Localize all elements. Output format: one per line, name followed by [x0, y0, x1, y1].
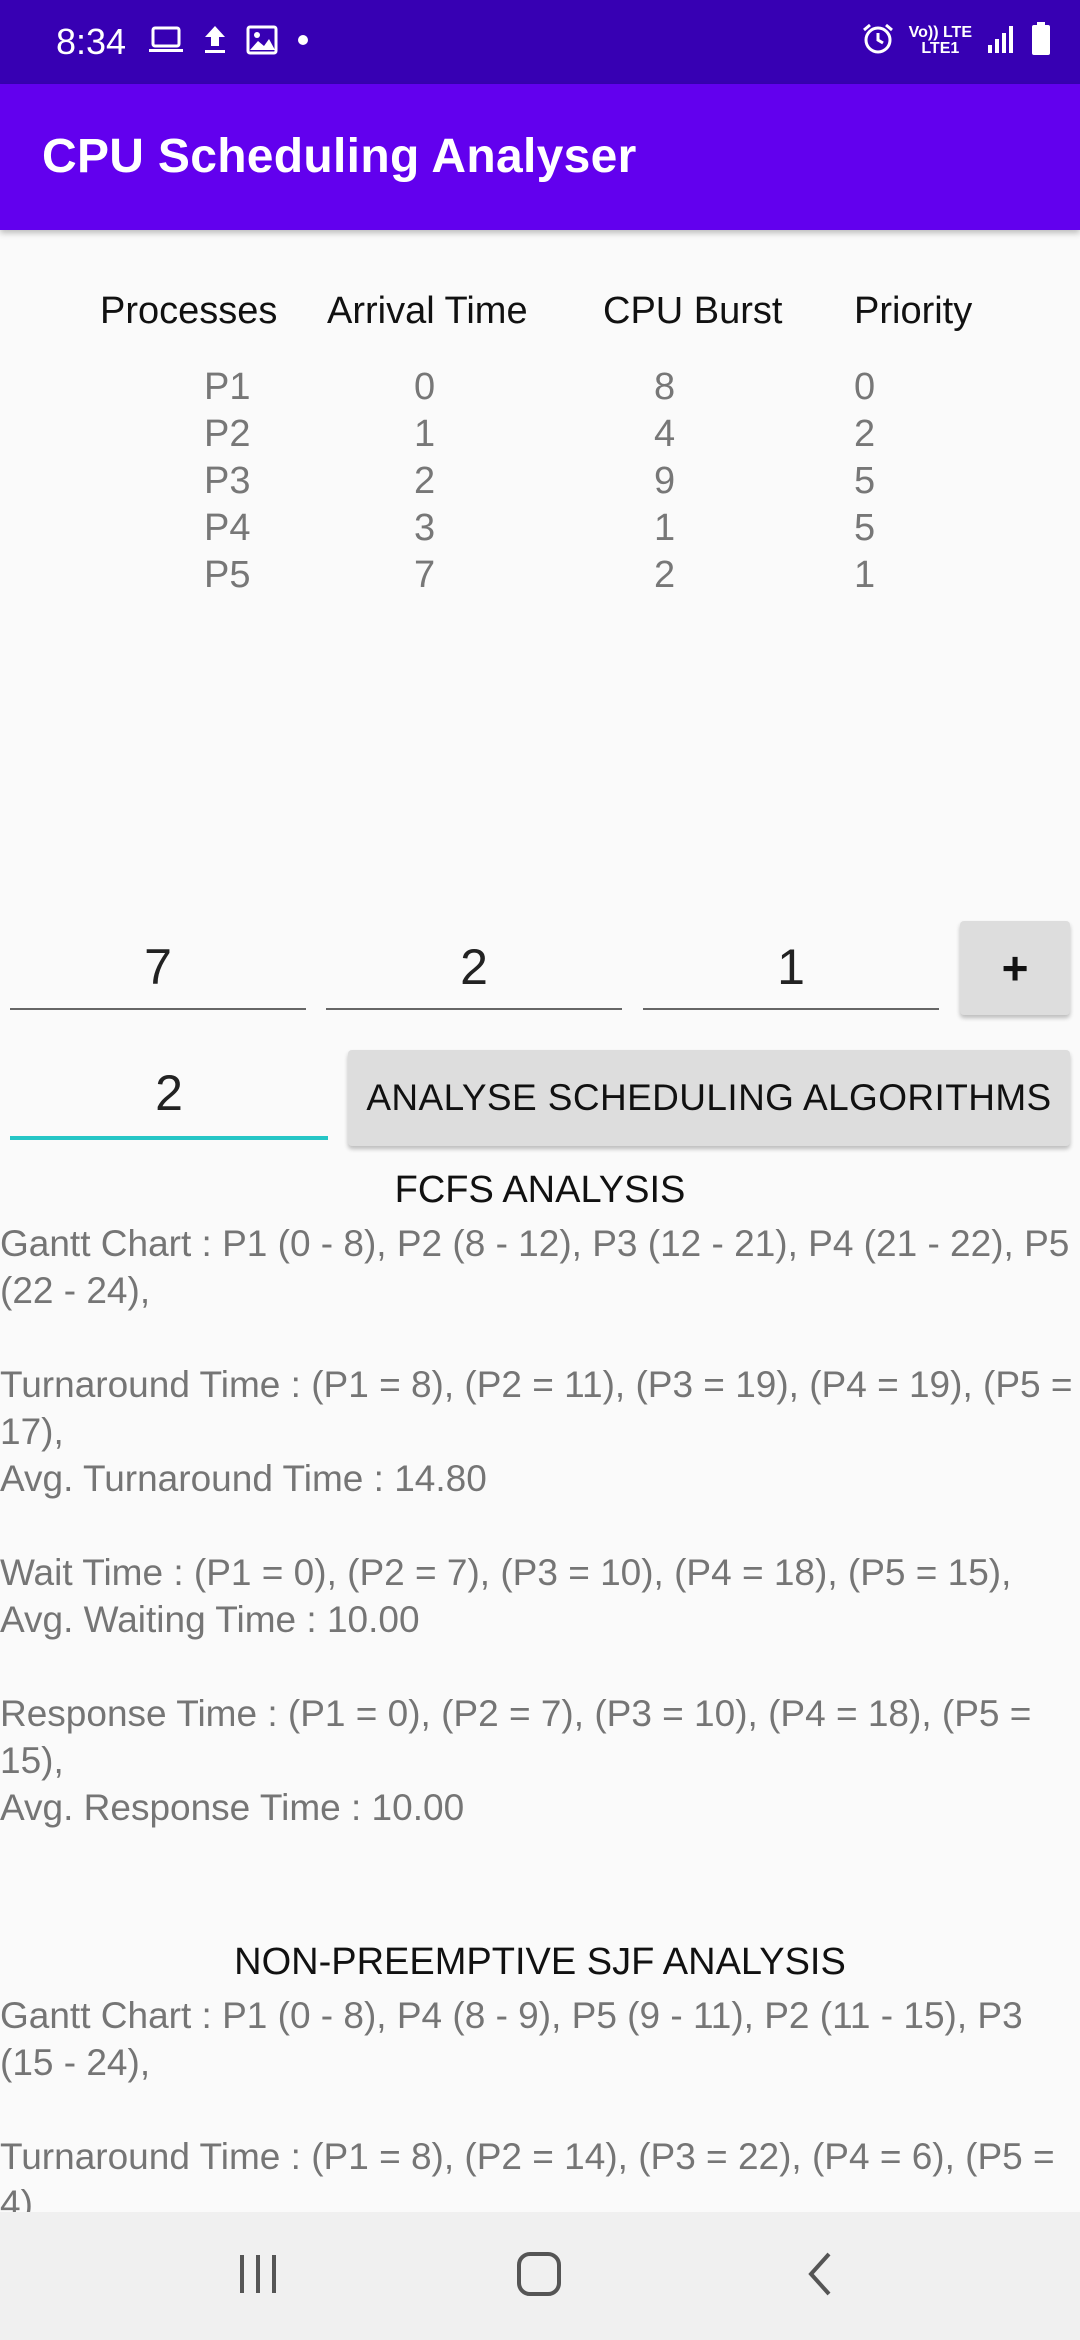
table-cell: 4 — [654, 413, 676, 455]
home-button[interactable] — [499, 2246, 579, 2306]
fcfs-wait: Wait Time : (P1 = 0), (P2 = 7), (P3 = 10… — [0, 1552, 1012, 1593]
table-cell: P1 — [204, 366, 251, 408]
status-bar: 8:34 Vo)) LTE LTE1 — [0, 0, 1080, 84]
table-cell: 9 — [654, 460, 676, 502]
fcfs-avg-response: Avg. Response Time : 10.00 — [0, 1787, 465, 1828]
fcfs-avg-turnaround: Avg. Turnaround Time : 14.80 — [0, 1458, 487, 1499]
analysis-scroll-area[interactable]: FCFS ANALYSIS Gantt Chart : P1 (0 - 8), … — [0, 1160, 1080, 2212]
fcfs-avg-wait: Avg. Waiting Time : 10.00 — [0, 1599, 420, 1640]
table-cell: 0 — [414, 366, 436, 408]
table-cell: 1 — [654, 507, 676, 549]
header-priority: Priority — [854, 290, 973, 332]
table-cell: 1 — [854, 554, 876, 596]
table-cell: P2 — [204, 413, 251, 455]
add-process-button[interactable]: + — [960, 921, 1070, 1015]
status-notification-icons — [148, 22, 310, 62]
home-icon — [516, 2251, 562, 2302]
recent-apps-button[interactable] — [218, 2246, 298, 2306]
fcfs-turnaround: Turnaround Time : (P1 = 8), (P2 = 11), (… — [0, 1364, 1073, 1452]
status-system-icons: Vo)) LTE LTE1 — [861, 18, 1052, 64]
time-quantum-input[interactable]: 2 — [10, 1060, 328, 1140]
table-cell: 0 — [854, 366, 876, 408]
fcfs-response: Response Time : (P1 = 0), (P2 = 7), (P3 … — [0, 1693, 1032, 1781]
table-cell: 5 — [854, 507, 876, 549]
priority-input[interactable]: 1 — [643, 934, 939, 1010]
app-title: CPU Scheduling Analyser — [42, 130, 637, 183]
image-icon — [246, 25, 278, 60]
table-cell: 2 — [414, 460, 436, 502]
fcfs-gantt: Gantt Chart : P1 (0 - 8), P2 (8 - 12), P… — [0, 1223, 1070, 1311]
battery-icon — [1030, 21, 1052, 62]
fcfs-title: FCFS ANALYSIS — [394, 1169, 686, 1211]
table-cell: 8 — [654, 366, 676, 408]
header-arrival-time: Arrival Time — [327, 290, 528, 332]
upload-icon — [202, 24, 228, 61]
network-label-bottom: LTE1 — [921, 40, 960, 57]
table-cell: P3 — [204, 460, 251, 502]
cpu-burst-input[interactable]: 2 — [326, 934, 622, 1010]
back-button[interactable] — [780, 2246, 860, 2306]
table-cell: 7 — [414, 554, 436, 596]
status-time: 8:34 — [56, 21, 127, 62]
app-bar: CPU Scheduling Analyser — [0, 84, 1080, 230]
network-indicator: Vo)) LTE LTE1 — [909, 25, 972, 57]
sjf-gantt: Gantt Chart : P1 (0 - 8), P4 (8 - 9), P5… — [0, 1995, 1023, 2083]
alarm-icon — [861, 22, 895, 61]
fcfs-results: Gantt Chart : P1 (0 - 8), P2 (8 - 12), P… — [0, 1220, 1078, 1831]
network-label-top: Vo)) LTE — [908, 24, 972, 41]
table-cell: 3 — [414, 507, 436, 549]
navigation-bar — [0, 2212, 1080, 2340]
table-cell: 1 — [414, 413, 436, 455]
arrival-time-input[interactable]: 7 — [10, 934, 306, 1010]
signal-icon — [986, 23, 1016, 60]
sjf-title: NON-PREEMPTIVE SJF ANALYSIS — [234, 1941, 846, 1983]
sjf-results: Gantt Chart : P1 (0 - 8), P4 (8 - 9), P5… — [0, 1992, 1078, 2212]
header-processes: Processes — [100, 290, 278, 332]
table-cell: P4 — [204, 507, 251, 549]
analyse-button[interactable]: ANALYSE SCHEDULING ALGORITHMS — [348, 1050, 1070, 1146]
column-cpu-burst: 8 4 9 1 2 — [654, 364, 675, 599]
laptop-icon — [148, 25, 184, 60]
sjf-turnaround: Turnaround Time : (P1 = 8), (P2 = 14), (… — [0, 2136, 1055, 2212]
recent-apps-icon — [236, 2253, 280, 2300]
table-cell: 2 — [654, 554, 676, 596]
table-cell: P5 — [204, 554, 251, 596]
table-cell: 5 — [854, 460, 876, 502]
table-cell: 2 — [854, 413, 876, 455]
column-processes: P1 P2 P3 P4 P5 — [204, 364, 250, 599]
column-arrival-time: 0 1 2 3 7 — [414, 364, 435, 599]
column-priority: 0 2 5 5 1 — [854, 364, 875, 599]
back-icon — [805, 2251, 835, 2302]
dot-icon — [296, 33, 310, 52]
header-cpu-burst: CPU Burst — [603, 290, 783, 332]
